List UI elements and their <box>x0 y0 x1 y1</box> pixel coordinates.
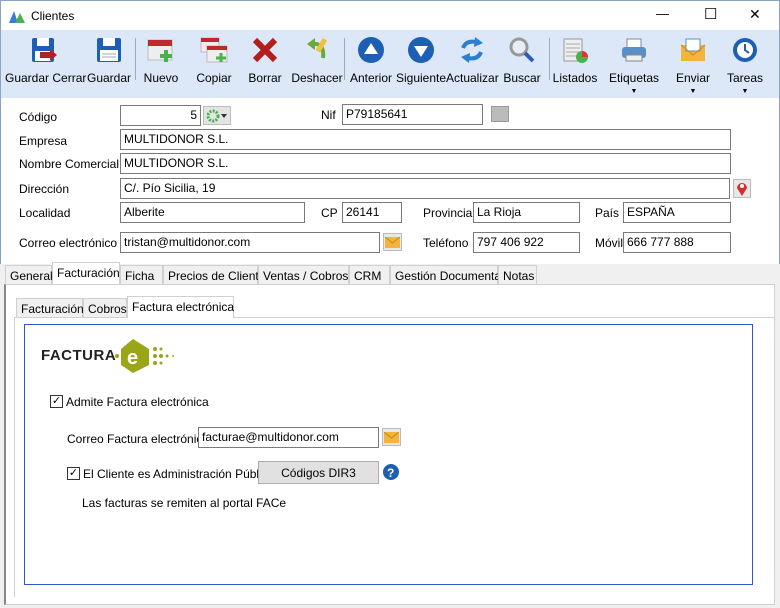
envelope-icon <box>385 236 400 248</box>
admite-checkbox[interactable]: ✓ <box>50 395 63 408</box>
tareas-button[interactable]: Tareas ▼ <box>723 32 767 95</box>
direccion-input[interactable]: C/. Pío Sicilia, 19 <box>120 178 730 199</box>
correo-facturae-input[interactable]: facturae@multidonor.com <box>198 427 379 448</box>
telefono-input[interactable]: 797 406 922 <box>473 232 580 253</box>
actualizar-button[interactable]: Actualizar <box>446 32 499 94</box>
admin-publica-label: El Cliente es Administración Pública <box>83 467 275 481</box>
title-bar: Clientes — ☐ ✕ <box>0 0 780 30</box>
buscar-button[interactable]: Buscar <box>502 32 542 94</box>
nif-verify-icon[interactable] <box>491 106 509 122</box>
undo-icon <box>302 35 332 65</box>
localidad-input[interactable]: Alberite <box>120 202 305 223</box>
tab-facturacion[interactable]: Facturación <box>52 262 120 284</box>
subtab-facturacion[interactable]: Facturación <box>16 298 84 317</box>
codigo-input[interactable]: 5 <box>120 105 201 126</box>
clock-icon <box>730 35 760 65</box>
empresa-input[interactable]: MULTIDONOR S.L. <box>120 129 731 150</box>
arrow-down-icon <box>406 35 436 65</box>
provincia-label: Provincia <box>423 206 473 220</box>
empresa-label: Empresa <box>19 134 68 148</box>
map-pin-button[interactable] <box>733 179 751 198</box>
borrar-button[interactable]: Borrar <box>243 32 287 94</box>
printer-icon <box>619 35 649 65</box>
copiar-button[interactable]: Copiar <box>191 32 237 94</box>
provincia-input[interactable]: La Rioja <box>473 202 580 223</box>
gear-icon <box>206 109 227 122</box>
codigos-dir3-button[interactable]: Códigos DIR3 <box>258 461 379 484</box>
toolbar: Guardar Cerrar Guardar Nuevo Copiar Borr… <box>0 30 780 98</box>
guardar-cerrar-button[interactable]: Guardar Cerrar <box>5 32 86 94</box>
anterior-button[interactable]: Anterior <box>347 32 395 94</box>
svg-text:e: e <box>127 347 138 369</box>
dropdown-arrow-icon: ▼ <box>741 88 749 95</box>
tab-gestion-documental[interactable]: Gestión Documental <box>390 265 504 284</box>
mail-icon <box>678 35 708 65</box>
nombre-comercial-label: Nombre Comercial <box>19 157 120 171</box>
tab-precios-cliente[interactable]: Precios de Cliente <box>163 265 265 284</box>
cp-label: CP <box>321 206 338 220</box>
tab-ventas-cobros[interactable]: Ventas / Cobros <box>258 265 349 284</box>
svg-text:?: ? <box>387 466 394 480</box>
save-icon <box>94 35 124 65</box>
copy-icon <box>199 35 229 65</box>
tab-crm[interactable]: CRM <box>349 265 390 284</box>
pais-input[interactable]: ESPAÑA <box>623 202 731 223</box>
facturae-logo: FACTURA e <box>41 339 181 375</box>
localidad-label: Localidad <box>19 206 71 220</box>
cp-input[interactable]: 26141 <box>342 202 402 223</box>
telefono-label: Teléfono <box>423 236 469 250</box>
minimize-button[interactable]: — <box>656 6 669 21</box>
correo-label: Correo electrónico <box>19 236 118 250</box>
enviar-button[interactable]: Enviar ▼ <box>671 32 715 95</box>
tab-ficha[interactable]: Ficha <box>120 265 163 284</box>
toolbar-separator <box>344 38 345 80</box>
admite-label: Admite Factura electrónica <box>66 395 209 409</box>
new-icon <box>146 35 176 65</box>
nombre-comercial-input[interactable]: MULTIDONOR S.L. <box>120 153 731 174</box>
tab-general[interactable]: General <box>5 265 53 284</box>
codigo-label: Código <box>19 110 58 124</box>
envelope-icon <box>384 431 399 443</box>
window-title: Clientes <box>31 9 75 23</box>
tab-notas[interactable]: Notas <box>498 265 537 284</box>
refresh-icon <box>457 35 487 65</box>
toolbar-separator <box>549 38 550 80</box>
subtab-cobros[interactable]: Cobros <box>83 298 127 317</box>
save-close-icon <box>29 35 59 65</box>
search-icon <box>507 35 537 65</box>
help-icon[interactable]: ? <box>383 464 399 480</box>
listados-button[interactable]: Listados <box>552 32 598 94</box>
dropdown-arrow-icon: ▼ <box>630 88 638 95</box>
app-icon <box>9 11 25 23</box>
subtab-factura-electronica[interactable]: Factura electrónica <box>127 296 234 318</box>
codigo-options-button[interactable] <box>203 106 231 125</box>
factura-electronica-panel: FACTURA e ✓ Admite Factura electrónica C… <box>24 324 753 585</box>
correo-input[interactable]: tristan@multidonor.com <box>120 232 380 253</box>
delete-icon <box>250 35 280 65</box>
nif-label: Nif <box>321 108 336 122</box>
nuevo-button[interactable]: Nuevo <box>139 32 183 94</box>
pais-label: País <box>595 206 620 220</box>
dropdown-arrow-icon: ▼ <box>689 88 697 95</box>
etiquetas-button[interactable]: Etiquetas ▼ <box>605 32 663 95</box>
siguiente-button[interactable]: Siguiente <box>396 32 446 94</box>
direccion-label: Dirección <box>19 182 70 196</box>
face-note: Las facturas se remiten al portal FACe <box>82 496 287 510</box>
nif-input[interactable]: P79185641 <box>342 104 483 125</box>
toolbar-separator <box>135 38 136 80</box>
movil-input[interactable]: 666 777 888 <box>623 232 731 253</box>
guardar-button[interactable]: Guardar <box>85 32 133 94</box>
admin-publica-checkbox[interactable]: ✓ <box>67 467 80 480</box>
deshacer-button[interactable]: Deshacer <box>291 32 343 94</box>
close-button[interactable]: ✕ <box>749 6 761 23</box>
map-pin-icon <box>737 182 747 196</box>
correo-facturae-label: Correo Factura electrónica <box>67 432 210 446</box>
client-form: Código 5 Nif P79185641 Empresa MULTIDONO… <box>0 98 780 264</box>
movil-label: Móvil <box>595 236 624 250</box>
send-facturae-mail-button[interactable] <box>382 428 401 446</box>
arrow-up-icon <box>356 35 386 65</box>
maximize-button[interactable]: ☐ <box>704 5 717 23</box>
reports-icon <box>560 35 590 65</box>
send-mail-button[interactable] <box>383 233 402 251</box>
